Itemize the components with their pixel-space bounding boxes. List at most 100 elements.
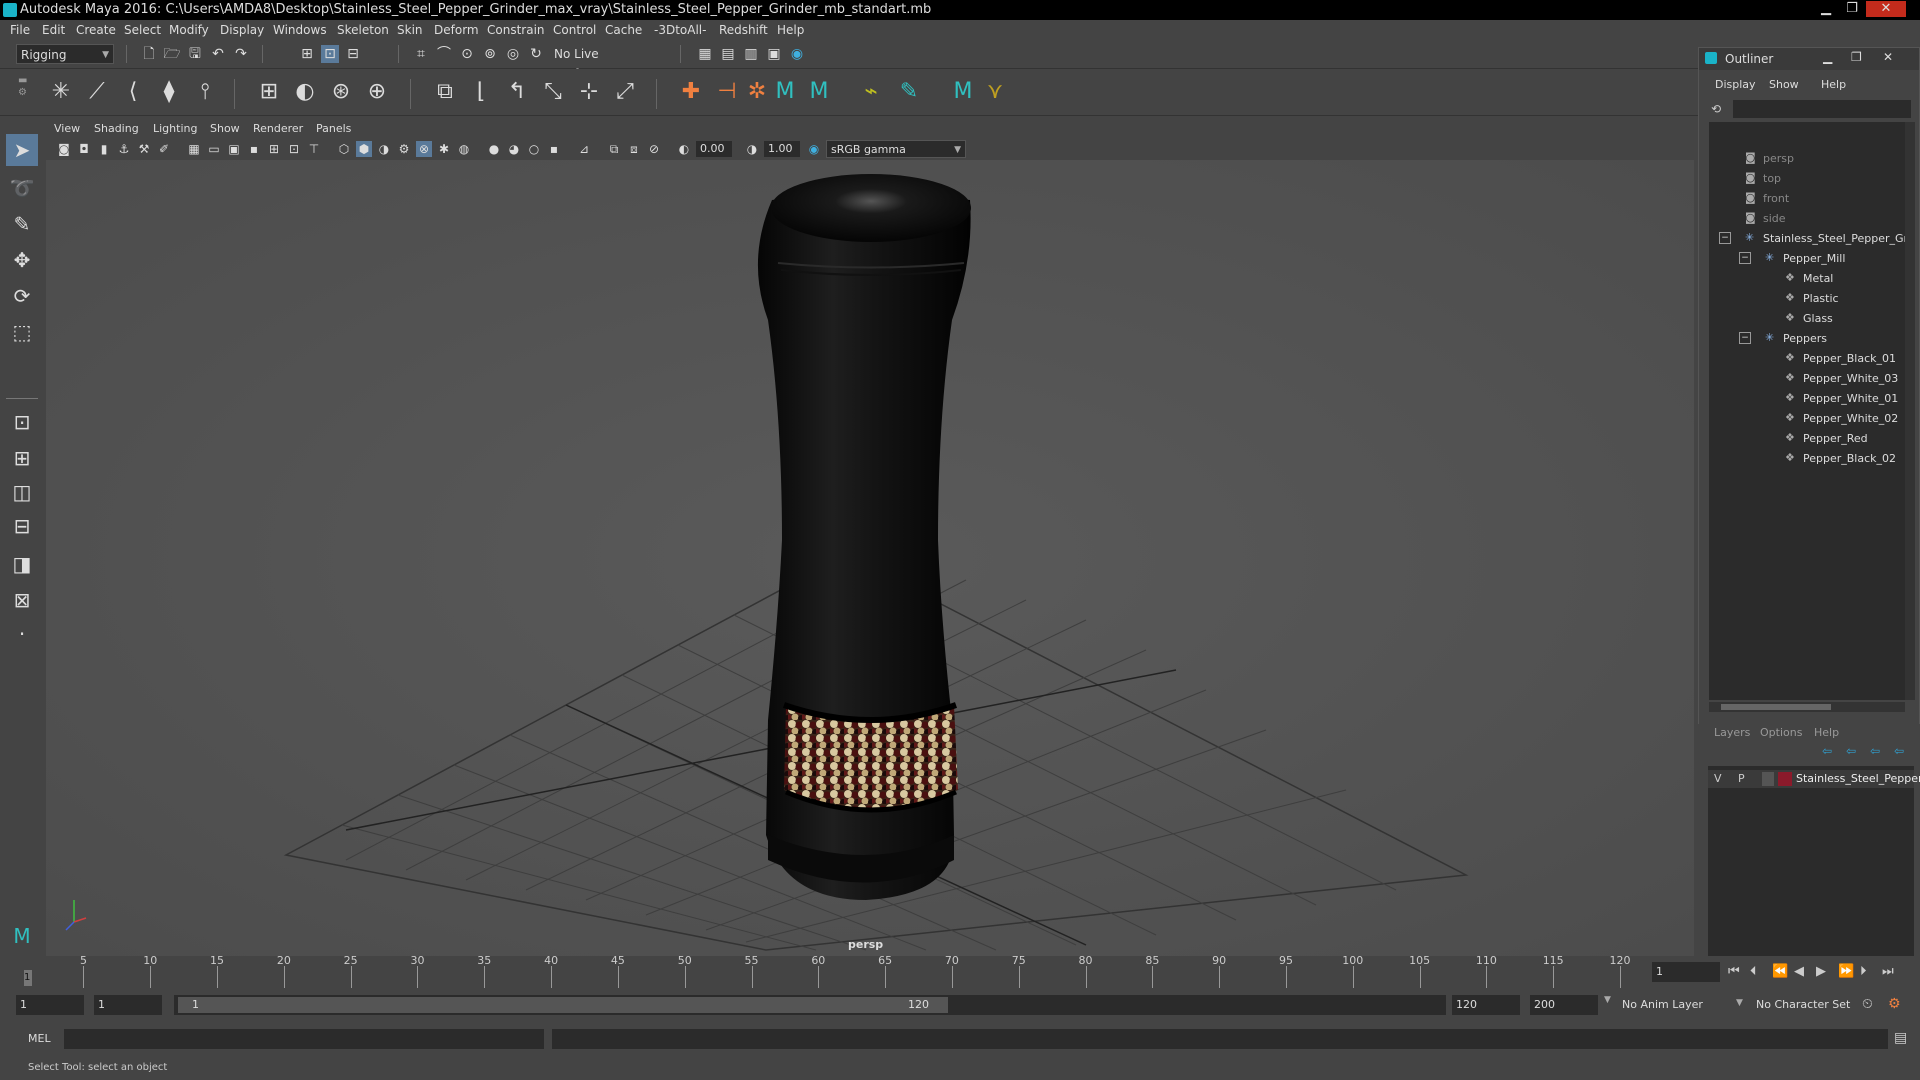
hypershade-icon[interactable]: ◉ <box>788 45 806 63</box>
anim-layer-dropdown[interactable]: No Anim Layer <box>1622 998 1703 1011</box>
xray-icon[interactable]: ⊿ <box>576 141 592 157</box>
joint-tool-icon[interactable]: ✳ <box>46 77 76 107</box>
two-pane-layout-icon[interactable]: ◫ <box>6 476 38 508</box>
outliner-item[interactable]: − ✳ Pepper_Mill <box>1709 250 1905 270</box>
smooth-shade-icon[interactable]: ⬢ <box>356 141 372 157</box>
field-chart-icon[interactable]: ⊞ <box>266 141 282 157</box>
grid-toggle-icon[interactable]: ▦ <box>186 141 202 157</box>
layers-menu-help[interactable]: Help <box>1814 726 1839 739</box>
colorspace-dropdown[interactable]: sRGB gamma ▼ <box>826 140 966 158</box>
new-layer-selected-icon[interactable]: ⇦ <box>1894 744 1904 758</box>
exposure-field[interactable]: 0.00 <box>696 141 732 157</box>
point-constraint-icon[interactable]: ⌊ <box>466 77 496 107</box>
perspective-viewport[interactable]: persp <box>46 160 1694 956</box>
select-hierarchy-icon[interactable]: ⊞ <box>298 45 316 63</box>
filter-icon[interactable]: ⟲ <box>1711 102 1721 116</box>
outliner-item[interactable]: ❖ Pepper_Red <box>1709 430 1905 450</box>
undo-icon[interactable]: ↶ <box>209 45 227 63</box>
menu-create[interactable]: Create <box>76 23 116 37</box>
snap-surface-icon[interactable]: ◎ <box>504 45 522 63</box>
move-layer-up-icon[interactable]: ⇦ <box>1822 744 1832 758</box>
camera-select-icon[interactable]: ◙ <box>56 141 72 157</box>
outliner-vertical-scrollbar[interactable] <box>1905 122 1915 700</box>
outliner-item[interactable]: ❖ Pepper_Black_01 <box>1709 350 1905 370</box>
ipr-render-icon[interactable]: ▥ <box>742 45 760 63</box>
cluster-icon[interactable]: ⊕ <box>362 77 392 107</box>
menu-skin[interactable]: Skin <box>397 23 423 37</box>
select-tool-icon[interactable]: ➤ <box>6 134 38 166</box>
outliner-item[interactable]: ❖ Pepper_White_01 <box>1709 390 1905 410</box>
layers-menu-options[interactable]: Options <box>1760 726 1802 739</box>
auto-key-icon[interactable]: ⏲ <box>1862 996 1873 1012</box>
hypershade-layout-icon[interactable]: ⊠ <box>6 584 38 616</box>
mirror-joint-icon[interactable]: ⫯ <box>190 77 220 107</box>
backface-culling-icon[interactable]: ⊘ <box>646 141 662 157</box>
outliner-item[interactable]: ❖ Plastic <box>1709 290 1905 310</box>
menu-file[interactable]: File <box>10 23 30 37</box>
ambient-occlusion-icon[interactable]: ◍ <box>456 141 472 157</box>
camera-attributes-icon[interactable]: ◘ <box>76 141 92 157</box>
redo-icon[interactable]: ↷ <box>232 45 250 63</box>
current-frame-field[interactable]: 1 <box>1652 962 1720 982</box>
move-layer-down-icon[interactable]: ⇦ <box>1846 744 1856 758</box>
more-layouts-icon[interactable]: · <box>6 618 38 650</box>
current-frame-marker[interactable]: 1 <box>24 970 32 986</box>
menu-display[interactable]: Display <box>220 23 264 37</box>
use-all-lights-icon[interactable]: ⊗ <box>416 141 432 157</box>
layers-menu-layers[interactable]: Layers <box>1714 726 1750 739</box>
safe-title-icon[interactable]: ⊤ <box>306 141 322 157</box>
xray-joints-icon[interactable]: ⧉ <box>606 141 622 157</box>
rotate-tool-icon[interactable]: ⟳ <box>6 280 38 312</box>
create-locator-icon[interactable]: ⊣ <box>712 77 742 107</box>
menu-select[interactable]: Select <box>124 23 161 37</box>
viewport-menu-view[interactable]: View <box>54 122 80 135</box>
bind-skin-icon[interactable]: ⊞ <box>254 77 284 107</box>
brush-tool-icon[interactable]: ⌁ <box>856 77 886 107</box>
step-back-frame-icon[interactable]: ⏴ <box>1750 964 1757 979</box>
layer-playback-toggle[interactable]: P <box>1738 772 1745 785</box>
render-view-icon[interactable]: ▣ <box>765 45 783 63</box>
outliner-menu-help[interactable]: Help <box>1821 78 1846 91</box>
menu-edit[interactable]: Edit <box>42 23 65 37</box>
grease-pencil-icon[interactable]: ✐ <box>156 141 172 157</box>
xray-components-icon[interactable]: ⧈ <box>626 141 642 157</box>
outliner-item[interactable]: ❖ Pepper_White_02 <box>1709 410 1905 430</box>
scale-constraint-icon[interactable]: ⤡ <box>538 77 568 107</box>
lasso-tool-icon[interactable]: ➰ <box>6 172 38 204</box>
maximize-button[interactable]: ❐ <box>1840 1 1864 17</box>
outliner-item[interactable]: ❖ Glass <box>1709 310 1905 330</box>
locator-icon[interactable]: ✚ <box>676 77 706 107</box>
new-layer-icon[interactable]: ⇦ <box>1870 744 1880 758</box>
isolate-select-icon[interactable]: ▪ <box>546 141 562 157</box>
scrollbar-thumb[interactable] <box>1721 704 1831 710</box>
exposure-icon[interactable]: ◐ <box>676 141 692 157</box>
graph-layout-icon[interactable]: ◨ <box>6 548 38 580</box>
outliner-search-input[interactable] <box>1733 100 1911 118</box>
open-scene-icon[interactable]: 🗁 <box>163 45 181 63</box>
paint-select-tool-icon[interactable]: ✎ <box>6 208 38 240</box>
paint-weights-icon[interactable]: ◐ <box>290 77 320 107</box>
ik-spline-icon[interactable]: ⟨ <box>118 77 148 107</box>
script-editor-icon[interactable]: ▤ <box>1894 1030 1907 1046</box>
layer-row[interactable]: V P Stainless_Steel_Pepper <box>1708 770 1920 788</box>
end-time-field[interactable]: 200 <box>1530 995 1598 1015</box>
pole-vector-icon[interactable]: ⤢ <box>610 77 640 107</box>
select-object-icon[interactable]: ⊡ <box>321 45 339 63</box>
menu-redshift[interactable]: Redshift <box>719 23 768 37</box>
paint-tool-icon[interactable]: ✎ <box>894 77 924 107</box>
collapse-toggle-icon[interactable]: − <box>1719 232 1731 244</box>
four-pane-layout-icon[interactable]: ⊞ <box>6 442 38 474</box>
vertex-tool-icon[interactable]: ⋎ <box>980 77 1010 107</box>
chevron-down-icon[interactable]: ▼ <box>1736 998 1743 1008</box>
menu-control[interactable]: Control <box>553 23 596 37</box>
save-scene-icon[interactable]: 🖫 <box>186 45 204 63</box>
chevron-down-icon[interactable]: ▼ <box>1604 995 1616 1015</box>
step-forward-frame-icon[interactable]: ⏵ <box>1860 964 1867 979</box>
color-management-icon[interactable]: ◉ <box>806 141 822 157</box>
move-tool-icon[interactable]: ✥ <box>6 244 38 276</box>
step-back-key-icon[interactable]: ⏪ <box>1772 964 1788 979</box>
outliner-item[interactable]: ◙ side <box>1709 210 1905 230</box>
layer-visibility-toggle[interactable]: V <box>1714 772 1722 785</box>
gamma-icon[interactable]: ◑ <box>744 141 760 157</box>
aim-constraint-icon[interactable]: ⊹ <box>574 77 604 107</box>
